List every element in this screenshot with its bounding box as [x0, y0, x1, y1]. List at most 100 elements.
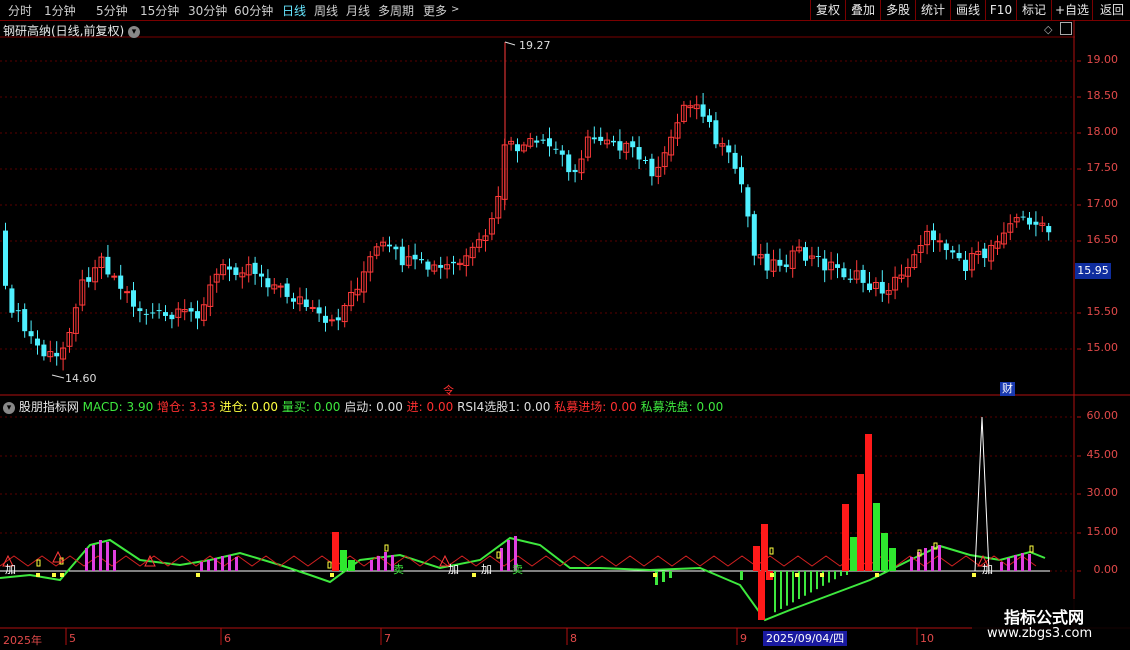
- signal-dot: [795, 573, 799, 577]
- collapse-circle-icon[interactable]: ▾: [3, 401, 15, 414]
- candle-body-down: [943, 243, 949, 251]
- candle-body-up: [328, 319, 335, 322]
- histogram-bar: [370, 560, 373, 571]
- maximize-icon[interactable]: [1060, 22, 1072, 35]
- indicator-plot: [0, 416, 1050, 622]
- candle-body-up: [124, 291, 131, 294]
- date-label-aug: 8: [570, 632, 577, 645]
- histogram-bar: [1021, 553, 1024, 571]
- candle-body-up: [111, 275, 118, 278]
- candle-body-down: [950, 250, 956, 253]
- candle-body-down: [611, 140, 616, 143]
- date-label-jun: 6: [224, 632, 231, 645]
- candle-body-down: [156, 310, 162, 312]
- candle-body-down: [783, 264, 789, 267]
- ind-y-tick-15: 15.00: [1086, 525, 1119, 538]
- candle-body-down: [451, 261, 456, 264]
- indicator-value-0: MACD: 3.90: [82, 400, 158, 414]
- dropdown-circle-icon[interactable]: ▾: [128, 25, 141, 38]
- candle-body-down: [150, 312, 156, 314]
- y-tick-18: 18.00: [1086, 125, 1119, 138]
- candle-body-down: [303, 299, 309, 308]
- candle-body-up: [936, 240, 943, 243]
- histogram-bar: [214, 558, 217, 571]
- date-label-year: 2025年: [3, 634, 42, 647]
- ind-y-tick-0: 0.00: [1093, 563, 1119, 576]
- candle-body-down: [956, 252, 962, 259]
- histogram-bar: [200, 562, 203, 571]
- candle-body-down: [169, 314, 175, 320]
- candle-body-down: [572, 169, 578, 173]
- candle-body-down: [265, 278, 271, 288]
- signal-dot: [196, 573, 200, 577]
- candle-body-down: [982, 248, 988, 259]
- signal-label: 加: [448, 563, 459, 576]
- indicator-value-5: 进: 0.00: [406, 400, 458, 414]
- candle-body-down: [399, 246, 405, 266]
- volume-signal-bar: [348, 560, 355, 571]
- candle-body-down: [879, 281, 885, 294]
- candle-body-down: [617, 141, 623, 151]
- stock-chart-canvas[interactable]: [0, 0, 1130, 650]
- histogram-bar: [377, 556, 380, 571]
- signal-marker: [1029, 545, 1034, 553]
- candle-body-down: [387, 244, 392, 247]
- signal-marker: [384, 544, 389, 552]
- y-tick-18-5: 18.50: [1086, 89, 1119, 102]
- candle-body-down: [630, 141, 636, 148]
- histogram-bar: [1000, 562, 1003, 571]
- histogram-bar: [1007, 558, 1010, 571]
- candle-body-down: [105, 256, 111, 275]
- signal-marker: [327, 561, 332, 569]
- candle-body-down: [86, 277, 92, 282]
- volume-signal-bar: [761, 524, 768, 571]
- volume-signal-bar: [881, 533, 888, 571]
- stock-title-text: 钢研高纳(日线,前复权): [3, 24, 125, 38]
- indicator-value-2: 进仓: 0.00: [219, 400, 282, 414]
- date-label-jul: 7: [384, 632, 391, 645]
- candle-body-down: [227, 266, 232, 270]
- candle-body-down: [118, 275, 124, 289]
- volume-signal-bar: [842, 504, 849, 571]
- candle-body-down: [777, 259, 783, 266]
- histogram-bar: [669, 571, 672, 578]
- signal-dot: [770, 573, 774, 577]
- high-price-label: 19.27: [519, 39, 551, 52]
- histogram-bar: [507, 540, 510, 571]
- candle-body-down: [867, 283, 872, 291]
- signal-label: 加: [5, 563, 16, 576]
- diamond-icon[interactable]: ◇: [1044, 23, 1052, 36]
- candle-body-down: [553, 148, 559, 150]
- signal-label: 卖: [393, 563, 404, 576]
- candle-body-down: [131, 290, 136, 307]
- signal-dot: [820, 573, 824, 577]
- ind-y-tick-60: 60.00: [1086, 409, 1119, 422]
- signal-dot: [472, 573, 476, 577]
- indicator-value-1: 增仓: 3.33: [157, 400, 220, 414]
- y-tick-15-5: 15.50: [1086, 305, 1119, 318]
- candle-body-down: [822, 258, 828, 271]
- candle-body-down: [438, 265, 444, 268]
- date-label-may: 5: [69, 632, 76, 645]
- triangle-marker: [52, 550, 64, 563]
- candle-body-down: [547, 138, 552, 147]
- indicator-value-7: 私募进场: 0.00: [554, 400, 641, 414]
- candle-body-down: [41, 344, 47, 357]
- caifu-marker[interactable]: 财: [1000, 382, 1015, 396]
- event-marker[interactable]: 令: [443, 382, 454, 398]
- signal-marker: [36, 559, 41, 567]
- candle-body-down: [841, 268, 847, 278]
- candle-body-down: [598, 136, 604, 141]
- signal-dot: [972, 573, 976, 577]
- watermark-title: 指标公式网: [1004, 608, 1085, 627]
- candle-body-down: [323, 315, 328, 323]
- volume-signal-bar: [873, 503, 880, 571]
- y-tick-19: 19.00: [1086, 53, 1119, 66]
- candle-body-down: [425, 261, 431, 270]
- candle-body-down: [559, 150, 565, 155]
- high-pointer: [504, 41, 516, 46]
- ind-y-tick-30: 30.00: [1086, 486, 1119, 499]
- candle-body-down: [649, 158, 655, 177]
- indicator-value-4: 启动: 0.00: [344, 400, 407, 414]
- candle-body-down: [15, 310, 21, 312]
